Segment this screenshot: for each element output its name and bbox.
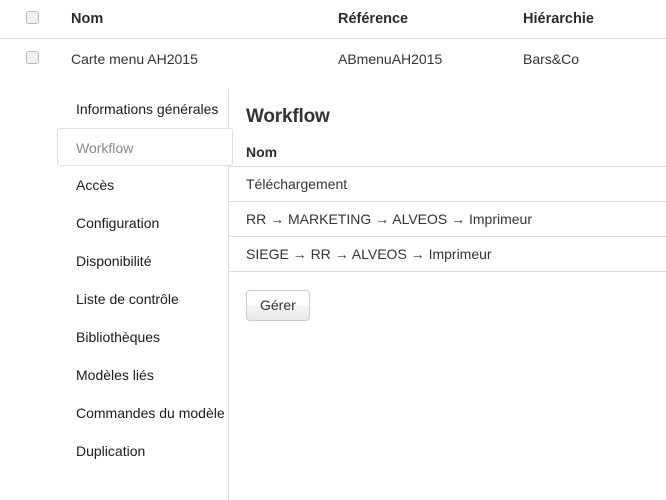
- sidebar-item-disponibilite[interactable]: Disponibilité: [57, 242, 229, 280]
- workflow-cell-nom: SIEGE → RR → ALVEOS → Imprimeur: [229, 236, 666, 272]
- workflow-row[interactable]: SIEGE → RR → ALVEOS → Imprimeur: [229, 236, 666, 272]
- object-table: Nom Référence Hiérarchie Carte menu AH20…: [0, 0, 666, 79]
- column-header-hierarchie[interactable]: Hiérarchie: [523, 0, 666, 38]
- sidebar-item-commandes-du-modele[interactable]: Commandes du modèle: [57, 394, 229, 432]
- select-all-cell: [0, 0, 57, 38]
- column-header-reference[interactable]: Référence: [338, 0, 523, 38]
- sidebar-item-liste-de-controle[interactable]: Liste de contrôle: [57, 280, 229, 318]
- workflow-cell-nom: RR → MARKETING → ALVEOS → Imprimeur: [229, 201, 666, 237]
- workflow-header-row: Nom: [229, 138, 666, 167]
- workflow-column-header-nom[interactable]: Nom: [229, 138, 666, 167]
- workflow-actions: Gérer: [229, 272, 666, 321]
- workflow-cell-nom: Téléchargement: [229, 166, 666, 202]
- table-header-row: Nom Référence Hiérarchie: [0, 0, 666, 38]
- select-all-checkbox[interactable]: [26, 10, 39, 24]
- column-header-nom[interactable]: Nom: [57, 0, 338, 38]
- sidebar-item-workflow[interactable]: Workflow: [57, 128, 233, 166]
- cell-hierarchie: Bars&Co: [523, 50, 580, 67]
- row-checkbox[interactable]: [26, 50, 39, 64]
- manage-button[interactable]: Gérer: [246, 290, 310, 321]
- sidebar-item-duplication[interactable]: Duplication: [57, 432, 229, 470]
- detail-area: Informations générales Workflow Accès Co…: [0, 90, 666, 500]
- detail-sidebar: Informations générales Workflow Accès Co…: [0, 90, 233, 500]
- workflow-panel: Workflow Nom Téléchargement RR → MARKETI…: [229, 90, 666, 500]
- sidebar-item-informations-generales[interactable]: Informations générales: [57, 90, 229, 128]
- table-row[interactable]: Carte menu AH2015 ABmenuAH2015 Bars&Co: [0, 38, 666, 79]
- workflow-row[interactable]: Téléchargement: [229, 166, 666, 202]
- sidebar-item-bibliotheques[interactable]: Bibliothèques: [57, 318, 229, 356]
- sidebar-item-acces[interactable]: Accès: [57, 166, 229, 204]
- sidebar-item-configuration[interactable]: Configuration: [57, 204, 229, 242]
- sidebar-item-modeles-lies[interactable]: Modèles liés: [57, 356, 229, 394]
- row-select-cell: [0, 38, 57, 79]
- cell-reference: ABmenuAH2015: [338, 50, 443, 67]
- cell-nom: Carte menu AH2015: [71, 50, 198, 67]
- page-title: Workflow: [246, 106, 330, 127]
- workflow-row[interactable]: RR → MARKETING → ALVEOS → Imprimeur: [229, 201, 666, 237]
- workflow-table: Nom Téléchargement RR → MARKETING → ALVE…: [229, 138, 666, 272]
